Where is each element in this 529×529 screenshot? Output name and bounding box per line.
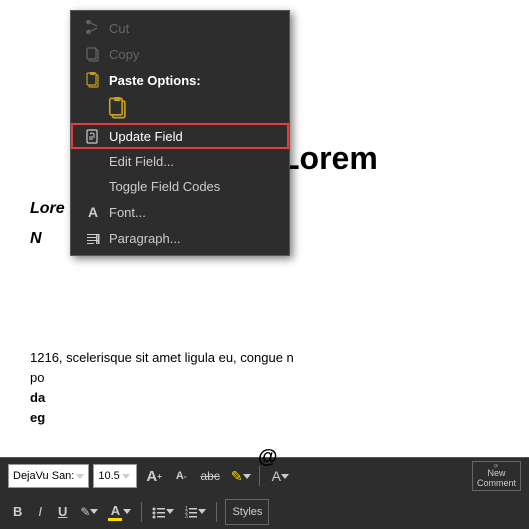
bullet-list-chevron	[166, 509, 174, 514]
font-label: Font...	[109, 205, 146, 220]
body-bold-da: da	[30, 390, 45, 405]
font-grow-button[interactable]: A+	[141, 466, 167, 487]
italic-button[interactable]: I	[33, 502, 47, 521]
svg-text:3: 3	[185, 514, 188, 519]
numbered-list-chevron	[198, 509, 206, 514]
text-highlight-icon: ✎	[80, 505, 90, 519]
cut-label: Cut	[109, 21, 129, 36]
at-button[interactable]: A	[270, 466, 291, 486]
font-family-dropdown[interactable]: DejaVu San:	[8, 464, 89, 488]
highlight-chevron	[243, 474, 251, 479]
paste-icon-1[interactable]	[107, 97, 129, 119]
separator-2	[141, 502, 142, 522]
font-grow-icon: A	[146, 468, 157, 485]
font-grow-sup: +	[157, 472, 162, 481]
doc-body-line3: 1216, scelerisque sit amet ligula eu, co…	[30, 350, 520, 365]
styles-label: Styles	[232, 506, 262, 518]
at-icon: A	[272, 468, 281, 484]
font-size-dropdown[interactable]: 10.5	[93, 464, 137, 488]
underline-label: U	[58, 504, 67, 519]
menu-item-copy[interactable]: Copy	[71, 41, 289, 67]
update-field-label: Update Field	[109, 129, 183, 144]
body-text-part2: e	[56, 200, 65, 217]
text-highlight-chevron	[90, 509, 98, 514]
body-line3-text: 1216, scelerisque sit amet ligula eu, co…	[30, 350, 294, 365]
font-color-bar	[108, 518, 122, 521]
at-symbol: @	[258, 446, 278, 469]
text-highlight-button[interactable]: ✎	[78, 503, 100, 521]
doc-title: Lorem	[280, 140, 378, 177]
doc-body-line4: po	[30, 370, 520, 385]
bold-label: B	[13, 504, 22, 519]
highlight-icon: ✎	[231, 468, 243, 485]
at-chevron	[281, 474, 289, 479]
abc-button[interactable]: abc	[196, 467, 225, 485]
toolbar-row2: B I U ✎ A	[0, 494, 529, 529]
doc-body-bold: da	[30, 390, 45, 405]
menu-item-update-field[interactable]: Update Field	[71, 123, 289, 149]
font-color-button[interactable]: A	[106, 501, 133, 523]
menu-item-edit-field[interactable]: Edit Field...	[71, 149, 289, 174]
font-family-chevron	[76, 474, 84, 479]
paragraph-label: Paragraph...	[109, 231, 181, 246]
new-comment-label: NewComment	[477, 468, 516, 488]
copy-icon	[85, 46, 101, 62]
paste-header-icon	[85, 72, 101, 88]
body-text-part1: Lor	[30, 200, 56, 217]
menu-item-toggle-field[interactable]: Toggle Field Codes	[71, 174, 289, 199]
font-size-chevron	[122, 474, 130, 479]
toggle-field-label: Toggle Field Codes	[109, 179, 220, 194]
numbered-list-button[interactable]: 1 2 3	[182, 503, 208, 521]
menu-item-font[interactable]: A Font...	[71, 199, 289, 225]
abc-label: abc	[201, 469, 220, 483]
numbered-list-icon: 1 2 3	[184, 505, 198, 519]
bullet-list-icon	[152, 505, 166, 519]
menu-item-paragraph[interactable]: Paragraph...	[71, 225, 289, 251]
scissors-icon	[85, 20, 101, 36]
font-shrink-icon: A	[176, 470, 184, 482]
at-text: @	[258, 446, 278, 468]
context-menu: Cut Copy Paste Options:	[70, 10, 290, 256]
body-bold-eg: eg	[30, 410, 45, 425]
separator-1	[259, 466, 260, 486]
font-size-value: 10.5	[98, 470, 119, 482]
font-icon: A	[85, 204, 101, 220]
new-comment-button[interactable]: NewComment	[472, 461, 521, 491]
font-family-value: DejaVu San:	[13, 470, 74, 482]
copy-label: Copy	[109, 47, 139, 62]
font-shrink-button[interactable]: A-	[171, 468, 192, 484]
paste-options-label-text: Paste Options:	[109, 73, 201, 88]
highlight-button[interactable]: ✎	[229, 466, 253, 487]
body-n: N	[30, 230, 42, 247]
separator-3	[216, 502, 217, 522]
styles-button[interactable]: Styles	[225, 499, 269, 525]
bullet-list-button[interactable]	[150, 503, 176, 521]
paste-options-header: Paste Options:	[71, 67, 289, 93]
paragraph-icon	[85, 230, 101, 246]
bold-button[interactable]: B	[8, 502, 27, 521]
paste-icons-row	[71, 93, 289, 123]
italic-label: I	[38, 504, 42, 519]
font-color-chevron	[123, 509, 131, 514]
underline-button[interactable]: U	[53, 502, 72, 521]
font-color-icon: A	[108, 503, 122, 521]
update-field-icon	[85, 128, 101, 144]
font-shrink-sup: -	[184, 472, 187, 481]
body-line4-start: po	[30, 370, 44, 385]
edit-field-label: Edit Field...	[109, 154, 174, 169]
doc-body-eg: eg	[30, 410, 45, 425]
menu-item-cut[interactable]: Cut	[71, 15, 289, 41]
